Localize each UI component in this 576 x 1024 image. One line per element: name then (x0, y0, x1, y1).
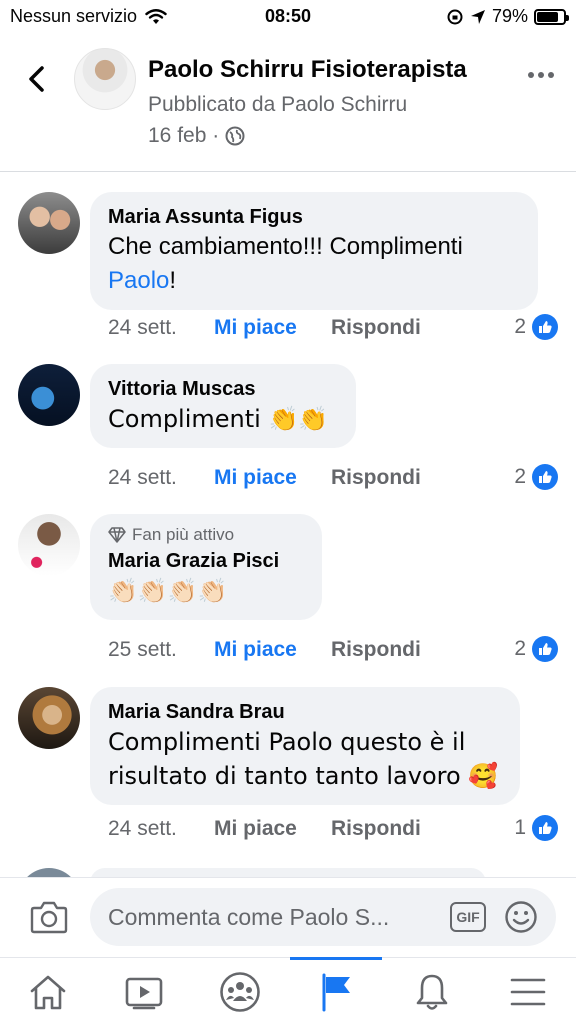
tab-groups[interactable] (192, 958, 288, 1024)
comment-time: 24 sett. (108, 817, 177, 840)
comment-text: Complimenti Paolo questo è il risultato … (108, 728, 499, 790)
like-button[interactable]: Mi piace (214, 466, 331, 490)
tab-menu[interactable] (480, 958, 576, 1024)
emoji-smile-icon[interactable] (504, 900, 538, 934)
comment-author[interactable]: Maria Grazia Pisci (108, 548, 304, 574)
comment-author[interactable]: Maria Assunta Figus (108, 204, 520, 230)
post-date: 16 feb · (148, 124, 245, 148)
reply-button[interactable]: Rispondi (331, 638, 421, 662)
badge-label: Fan più attivo (132, 525, 235, 544)
battery-fill (537, 11, 558, 22)
reaction-number: 2 (514, 465, 526, 488)
comment-actions: 24 sett. Mi piace Rispondi (108, 466, 421, 490)
page-title[interactable]: Paolo Schirru Fisioterapista (148, 56, 467, 84)
reaction-count[interactable]: 2 (514, 314, 558, 340)
reply-button[interactable]: Rispondi (331, 316, 421, 340)
like-button[interactable]: Mi piace (214, 638, 331, 662)
comment-time: 24 sett. (108, 316, 177, 339)
comment-actions: 24 sett. Mi piace Rispondi (108, 316, 421, 340)
diamond-icon (108, 527, 126, 543)
video-icon (125, 977, 163, 1009)
comment-bubble: Fan più attivo Maria Grazia Pisci 👏🏻👏🏻👏🏻… (90, 514, 322, 620)
comment-time: 25 sett. (108, 638, 177, 661)
reaction-number: 2 (514, 637, 526, 660)
battery-icon (534, 8, 569, 25)
tab-pages[interactable] (288, 957, 384, 1024)
battery-percent: 79% (491, 6, 528, 26)
home-icon (30, 975, 66, 1009)
comment-time: 24 sett. (108, 466, 177, 489)
post-header: Paolo Schirru Fisioterapista Pubblicato … (0, 34, 576, 172)
avatar[interactable] (18, 514, 80, 576)
location-arrow-icon (470, 9, 485, 24)
reaction-number: 1 (514, 816, 526, 839)
reply-button[interactable]: Rispondi (331, 817, 421, 841)
more-dot (528, 72, 534, 78)
comment-text: Che cambiamento!!! Complimenti Paolo! (108, 230, 520, 298)
like-reaction-icon (532, 464, 558, 490)
comment-actions: 25 sett. Mi piace Rispondi (108, 638, 421, 662)
tab-video[interactable] (96, 958, 192, 1024)
top-fan-badge: Fan più attivo (108, 524, 304, 546)
comment-text-part: ! (169, 267, 177, 294)
status-right: 79% (446, 6, 569, 27)
more-dot (548, 72, 554, 78)
comment-author[interactable]: Maria Sandra Brau (108, 699, 502, 725)
comment-text: Complimenti 👏👏 (108, 405, 329, 433)
page-avatar[interactable] (74, 48, 136, 110)
comments-list: Maria Assunta Figus Che cambiamento!!! C… (0, 172, 576, 877)
published-by: Pubblicato da Paolo Schirru (148, 93, 408, 116)
like-reaction-icon (532, 815, 558, 841)
bottom-navigation (0, 957, 576, 1024)
comment-bubble: Maria Assunta Figus Che cambiamento!!! C… (90, 192, 538, 310)
like-button[interactable]: Mi piace (214, 316, 331, 340)
reaction-count[interactable]: 1 (514, 815, 558, 841)
avatar[interactable] (18, 868, 80, 877)
orientation-lock-icon (447, 9, 463, 24)
post-date-text: 16 feb · (148, 124, 220, 147)
avatar[interactable] (18, 364, 80, 426)
status-bar: Nessun servizio 08:50 79% (0, 0, 576, 34)
comment-input[interactable] (108, 888, 438, 946)
tab-notifications[interactable] (384, 958, 480, 1024)
comment-input-box[interactable]: GIF (90, 888, 556, 946)
avatar[interactable] (18, 192, 80, 254)
mention-link[interactable]: Paolo (108, 267, 169, 294)
reaction-count[interactable]: 2 (514, 636, 558, 662)
menu-icon (510, 978, 546, 1005)
tab-home[interactable] (0, 958, 96, 1024)
reply-button[interactable]: Rispondi (331, 466, 421, 490)
like-button[interactable]: Mi piace (214, 817, 331, 841)
gif-button[interactable]: GIF (450, 902, 486, 932)
comment-actions: 24 sett. Mi piace Rispondi (108, 817, 421, 841)
comment-text: 👏🏻👏🏻👏🏻👏🏻 (108, 577, 228, 605)
comment-text-part: Che cambiamento!!! Complimenti (108, 233, 463, 260)
pages-flag-icon (322, 973, 350, 1011)
like-reaction-icon (532, 314, 558, 340)
comment-bubble (90, 868, 486, 877)
reaction-count[interactable]: 2 (514, 464, 558, 490)
avatar[interactable] (18, 687, 80, 749)
notifications-bell-icon (416, 974, 448, 1010)
comment-author[interactable]: Vittoria Muscas (108, 376, 338, 402)
groups-icon (220, 971, 260, 1012)
camera-icon[interactable] (30, 900, 68, 934)
more-dot (538, 72, 544, 78)
globe-icon (225, 126, 245, 146)
like-reaction-icon (532, 636, 558, 662)
more-options-button[interactable] (528, 72, 554, 78)
reaction-number: 2 (514, 315, 526, 338)
back-arrow-icon[interactable] (22, 64, 52, 94)
comment-bubble: Vittoria Muscas Complimenti 👏👏 (90, 364, 356, 448)
comment-bubble: Maria Sandra Brau Complimenti Paolo ques… (90, 687, 520, 805)
comment-composer: GIF (0, 877, 576, 957)
